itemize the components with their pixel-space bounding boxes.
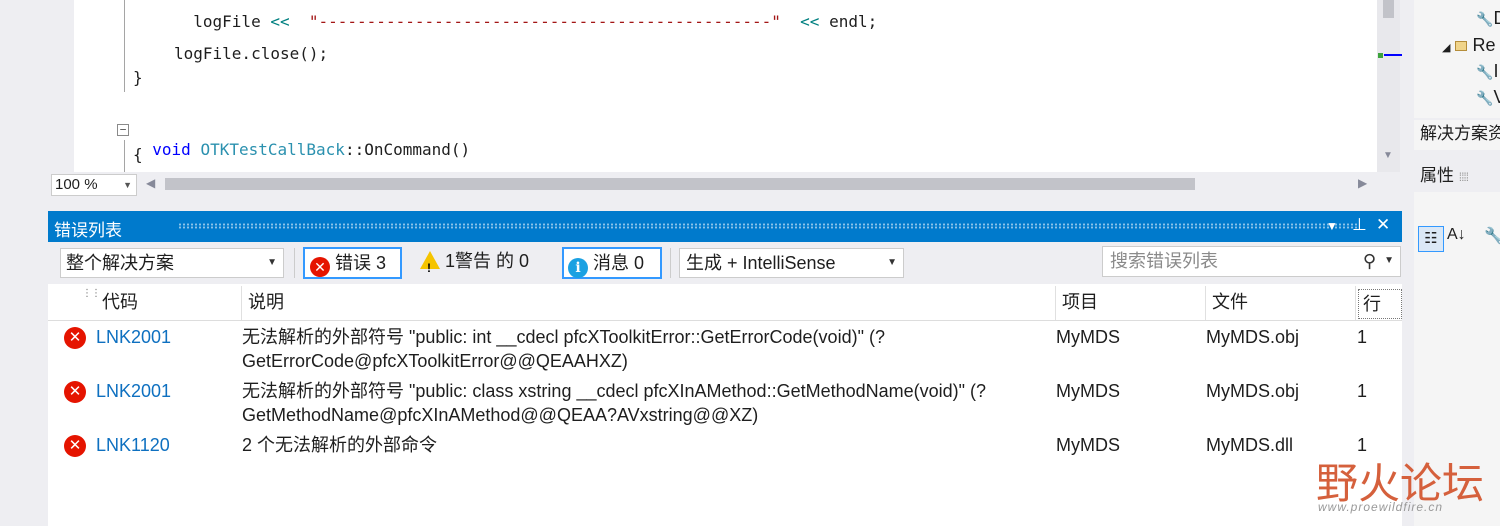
- close-icon[interactable]: ✕: [1376, 215, 1390, 235]
- properties-title: 属性 ⁞⁞⁞⁞: [1414, 160, 1500, 192]
- tree-item[interactable]: ◢ Re: [1442, 35, 1496, 56]
- editor-gutter: [48, 0, 74, 172]
- error-list-titlebar: 错误列表 ▼ ⊥ ✕: [48, 211, 1402, 242]
- build-filter-select[interactable]: 生成 + IntelliSense ▼: [679, 248, 904, 278]
- editor-scroll-thumb[interactable]: [1383, 0, 1394, 18]
- error-code-link[interactable]: LNK1120: [96, 433, 170, 457]
- errors-filter-button[interactable]: ✕ 错误 3: [303, 247, 402, 279]
- categorized-icon[interactable]: ☷: [1418, 226, 1444, 252]
- search-icon[interactable]: ⚲: [1363, 247, 1376, 275]
- error-line: 1: [1357, 381, 1368, 401]
- wrench-icon: 🔧: [1476, 90, 1494, 106]
- scope-guide: [124, 140, 125, 172]
- tree-item-label: I: [1493, 61, 1499, 81]
- search-placeholder: 搜索错误列表: [1110, 251, 1218, 271]
- wrench-icon: 🔧: [1476, 11, 1494, 27]
- search-options-icon[interactable]: ▼: [1384, 247, 1394, 275]
- wrench-icon: 🔧: [1476, 64, 1494, 80]
- tree-item-label: V: [1493, 87, 1500, 107]
- error-line: 1: [1357, 327, 1368, 347]
- code-line-4: void OTKTestCallBack::OnCommand(): [152, 140, 471, 159]
- error-icon: ✕: [310, 257, 330, 277]
- error-project: MyMDS: [1056, 435, 1120, 455]
- scope-select[interactable]: 整个解决方案 ▼: [60, 248, 284, 278]
- tree-item-label: D: [1493, 8, 1500, 28]
- column-header-description[interactable]: 说明: [242, 284, 284, 321]
- caret-marker: [1384, 54, 1402, 56]
- code-line-3: }: [133, 68, 143, 87]
- error-description-cont: GetMethodName@pfcXInAMethod@@QEAA?AVxstr…: [242, 405, 759, 425]
- column-header-code[interactable]: 代码: [96, 284, 138, 321]
- horizontal-scroll-thumb[interactable]: [165, 178, 1195, 190]
- messages-filter-label: 消息 0: [593, 253, 645, 273]
- tree-item[interactable]: 🔧I: [1476, 61, 1498, 82]
- wrench-icon[interactable]: 🔧: [1484, 226, 1500, 246]
- error-project: MyMDS: [1056, 327, 1120, 347]
- change-marker: [1378, 53, 1383, 58]
- column-header-project[interactable]: 项目: [1056, 284, 1098, 321]
- search-input[interactable]: 搜索错误列表 ⚲ ▼: [1102, 246, 1401, 277]
- properties-title-text: 属性: [1420, 166, 1454, 185]
- titlebar-grip[interactable]: ⁞⁞⁞⁞: [1459, 170, 1469, 184]
- column-header-line[interactable]: 行: [1358, 289, 1402, 319]
- error-project: MyMDS: [1056, 381, 1120, 401]
- error-description: 2 个无法解析的外部命令: [242, 435, 438, 455]
- error-description-cont: GetErrorCode@pfcXToolkitError@@QEAAHXZ): [242, 351, 628, 371]
- tree-item[interactable]: 🔧D: [1476, 8, 1500, 29]
- chevron-down-icon: ▼: [887, 257, 897, 268]
- scroll-down-icon[interactable]: ▼: [1383, 150, 1393, 161]
- scroll-left-icon[interactable]: ◀: [146, 176, 155, 190]
- code-line-1: logFile << "----------------------------…: [193, 12, 878, 31]
- error-icon: ✕: [64, 327, 86, 349]
- zoom-select[interactable]: 100 % ▼: [51, 174, 137, 196]
- column-separator[interactable]: [1355, 286, 1356, 320]
- error-icon: ✕: [64, 381, 86, 403]
- panel-title: 错误列表: [54, 221, 122, 240]
- build-filter-value: 生成 + IntelliSense: [686, 253, 836, 273]
- chevron-down-icon: ▼: [267, 257, 277, 268]
- error-file: MyMDS.obj: [1206, 381, 1300, 401]
- messages-filter-button[interactable]: i 消息 0: [562, 247, 662, 279]
- column-header-file[interactable]: 文件: [1206, 284, 1248, 321]
- warnings-filter-button[interactable]: ! 1警告 的 0: [414, 247, 552, 279]
- errors-filter-label: 错误 3: [335, 253, 387, 273]
- expand-icon: ◢: [1442, 42, 1451, 54]
- warning-icon: !: [420, 251, 440, 275]
- tree-item[interactable]: 🔧V: [1476, 87, 1500, 108]
- tree-item-label: Re: [1472, 35, 1496, 55]
- code-line-2: logFile.close();: [174, 44, 329, 63]
- zoom-value: 100 %: [55, 176, 98, 193]
- folder-icon: [1455, 41, 1468, 51]
- error-code-link[interactable]: LNK2001: [96, 379, 171, 403]
- warnings-filter-label: 1警告 的 0: [445, 251, 530, 271]
- error-file: MyMDS.obj: [1206, 327, 1300, 347]
- info-icon: i: [568, 258, 588, 278]
- code-line-5: {: [133, 145, 143, 164]
- tab-solution-explorer[interactable]: 解决方案资: [1414, 120, 1500, 150]
- scroll-right-icon[interactable]: ▶: [1358, 176, 1367, 190]
- error-icon: ✕: [64, 435, 86, 457]
- editor-vertical-scrollbar[interactable]: [1377, 0, 1400, 172]
- scope-value: 整个解决方案: [66, 253, 174, 273]
- panel-menu-icon[interactable]: ▼: [1326, 219, 1338, 233]
- error-code-link[interactable]: LNK2001: [96, 325, 171, 349]
- scope-guide: [124, 0, 125, 92]
- watermark-url: www.proewildfire.cn: [1318, 500, 1444, 514]
- toolbar-divider: [670, 248, 671, 278]
- titlebar-grip[interactable]: [178, 223, 1358, 229]
- toolbar-divider: [294, 248, 295, 278]
- chevron-down-icon: ▼: [123, 180, 132, 190]
- error-description: 无法解析的外部符号 "public: class xstring __cdecl…: [242, 381, 987, 401]
- error-file: MyMDS.dll: [1206, 435, 1294, 455]
- alphabetical-sort-icon[interactable]: A↓: [1447, 226, 1466, 244]
- error-description: 无法解析的外部符号 "public: int __cdecl pfcXToolk…: [242, 327, 885, 347]
- properties-toolbar: ☷ A↓ 🔧: [1414, 222, 1500, 256]
- pin-icon[interactable]: ⊥: [1352, 215, 1367, 235]
- fold-toggle[interactable]: −: [117, 124, 129, 136]
